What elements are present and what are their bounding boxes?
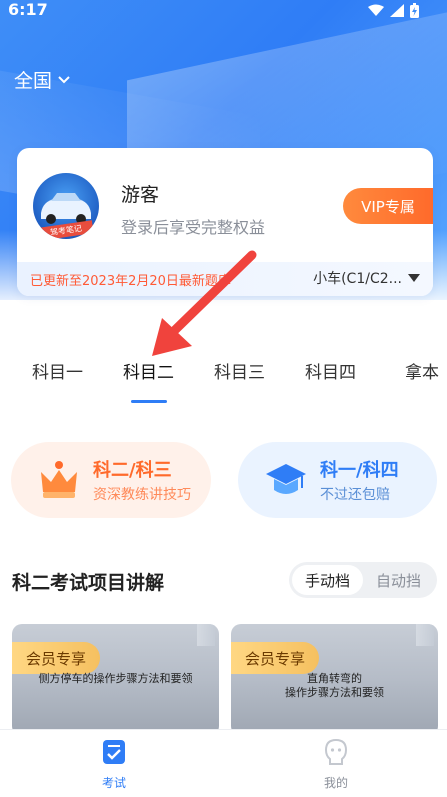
- automatic-option[interactable]: 自动挡: [363, 565, 434, 595]
- crown-icon: [41, 461, 77, 498]
- promo-subtitle: 资深教练讲技巧: [93, 487, 191, 503]
- pixelated-corner: [197, 624, 215, 646]
- video-card[interactable]: 会员专享 直角转弯的 操作步骤方法和要领: [231, 624, 438, 736]
- manual-option[interactable]: 手动档: [292, 565, 363, 595]
- promo-subject-2-3[interactable]: 科二/科三 资深教练讲技巧: [11, 442, 211, 518]
- video-caption-line: 直角转弯的: [307, 672, 362, 685]
- nav-mine-label: 我的: [323, 776, 348, 790]
- tab-subject-1[interactable]: 科目一: [32, 358, 83, 383]
- video-caption-line: 操作步骤方法和要领: [285, 686, 384, 699]
- avatar[interactable]: 驾考笔记: [33, 173, 99, 239]
- exam-icon: [103, 740, 125, 764]
- tab-subject-3[interactable]: 科目三: [214, 358, 265, 383]
- bottom-nav: 考试 我的: [0, 729, 447, 797]
- status-time: 6:17: [8, 0, 48, 19]
- graduation-cap-icon: [266, 464, 306, 494]
- update-notice: 已更新至2023年2月20日最新题库: [30, 274, 231, 289]
- promo-title: 科一/科四: [320, 460, 399, 481]
- signal-icon: [390, 4, 404, 17]
- tab-license[interactable]: 拿本: [405, 358, 439, 383]
- profile-icon: [324, 738, 348, 765]
- section-title: 科二考试项目讲解: [12, 572, 165, 594]
- member-badge: 会员专享: [12, 642, 100, 674]
- caret-down-icon: [408, 274, 420, 282]
- wifi-icon: [368, 4, 384, 16]
- chevron-down-icon: [58, 75, 70, 83]
- car-type-selector[interactable]: 小车(C1/C2...: [313, 268, 420, 288]
- car-type-label: 小车(C1/C2...: [313, 271, 402, 287]
- region-label: 全国: [14, 70, 53, 92]
- member-badge: 会员专享: [231, 642, 319, 674]
- video-card[interactable]: 会员专享 侧方停车的操作步骤方法和要领: [12, 624, 219, 736]
- user-name[interactable]: 游客: [121, 180, 159, 207]
- promo-title: 科二/科三: [93, 460, 172, 481]
- battery-icon: [410, 3, 419, 18]
- region-selector[interactable]: 全国: [14, 66, 70, 93]
- pixelated-corner: [416, 624, 434, 646]
- tab-subject-2[interactable]: 科目二: [123, 358, 174, 383]
- tab-underline: [131, 400, 167, 403]
- tab-subject-4[interactable]: 科目四: [305, 358, 356, 383]
- transmission-toggle: 手动档 自动挡: [289, 562, 437, 598]
- nav-mine[interactable]: 我的: [306, 738, 366, 791]
- promo-subtitle: 不过还包赔: [320, 487, 390, 503]
- nav-exam-label: 考试: [101, 776, 126, 790]
- nav-exam[interactable]: 考试: [84, 738, 144, 791]
- video-caption: 侧方停车的操作步骤方法和要领: [12, 672, 219, 686]
- status-bar: 6:17: [0, 0, 447, 20]
- vip-button[interactable]: VIP专属: [343, 188, 433, 224]
- user-card: 驾考笔记 游客 登录后享受完整权益 VIP专属 已更新至2023年2月20日最新…: [17, 148, 433, 296]
- promo-subject-1-4[interactable]: 科一/科四 不过还包赔: [238, 442, 437, 518]
- card-footer: 已更新至2023年2月20日最新题库 小车(C1/C2...: [17, 262, 433, 296]
- video-caption-line: 侧方停车的操作步骤方法和要领: [38, 672, 193, 685]
- video-caption: 直角转弯的 操作步骤方法和要领: [231, 672, 438, 700]
- status-icons: [368, 3, 419, 18]
- subject-tabs: 科目一 科目二 科目三 科目四 拿本: [0, 358, 447, 408]
- login-prompt[interactable]: 登录后享受完整权益: [121, 214, 265, 238]
